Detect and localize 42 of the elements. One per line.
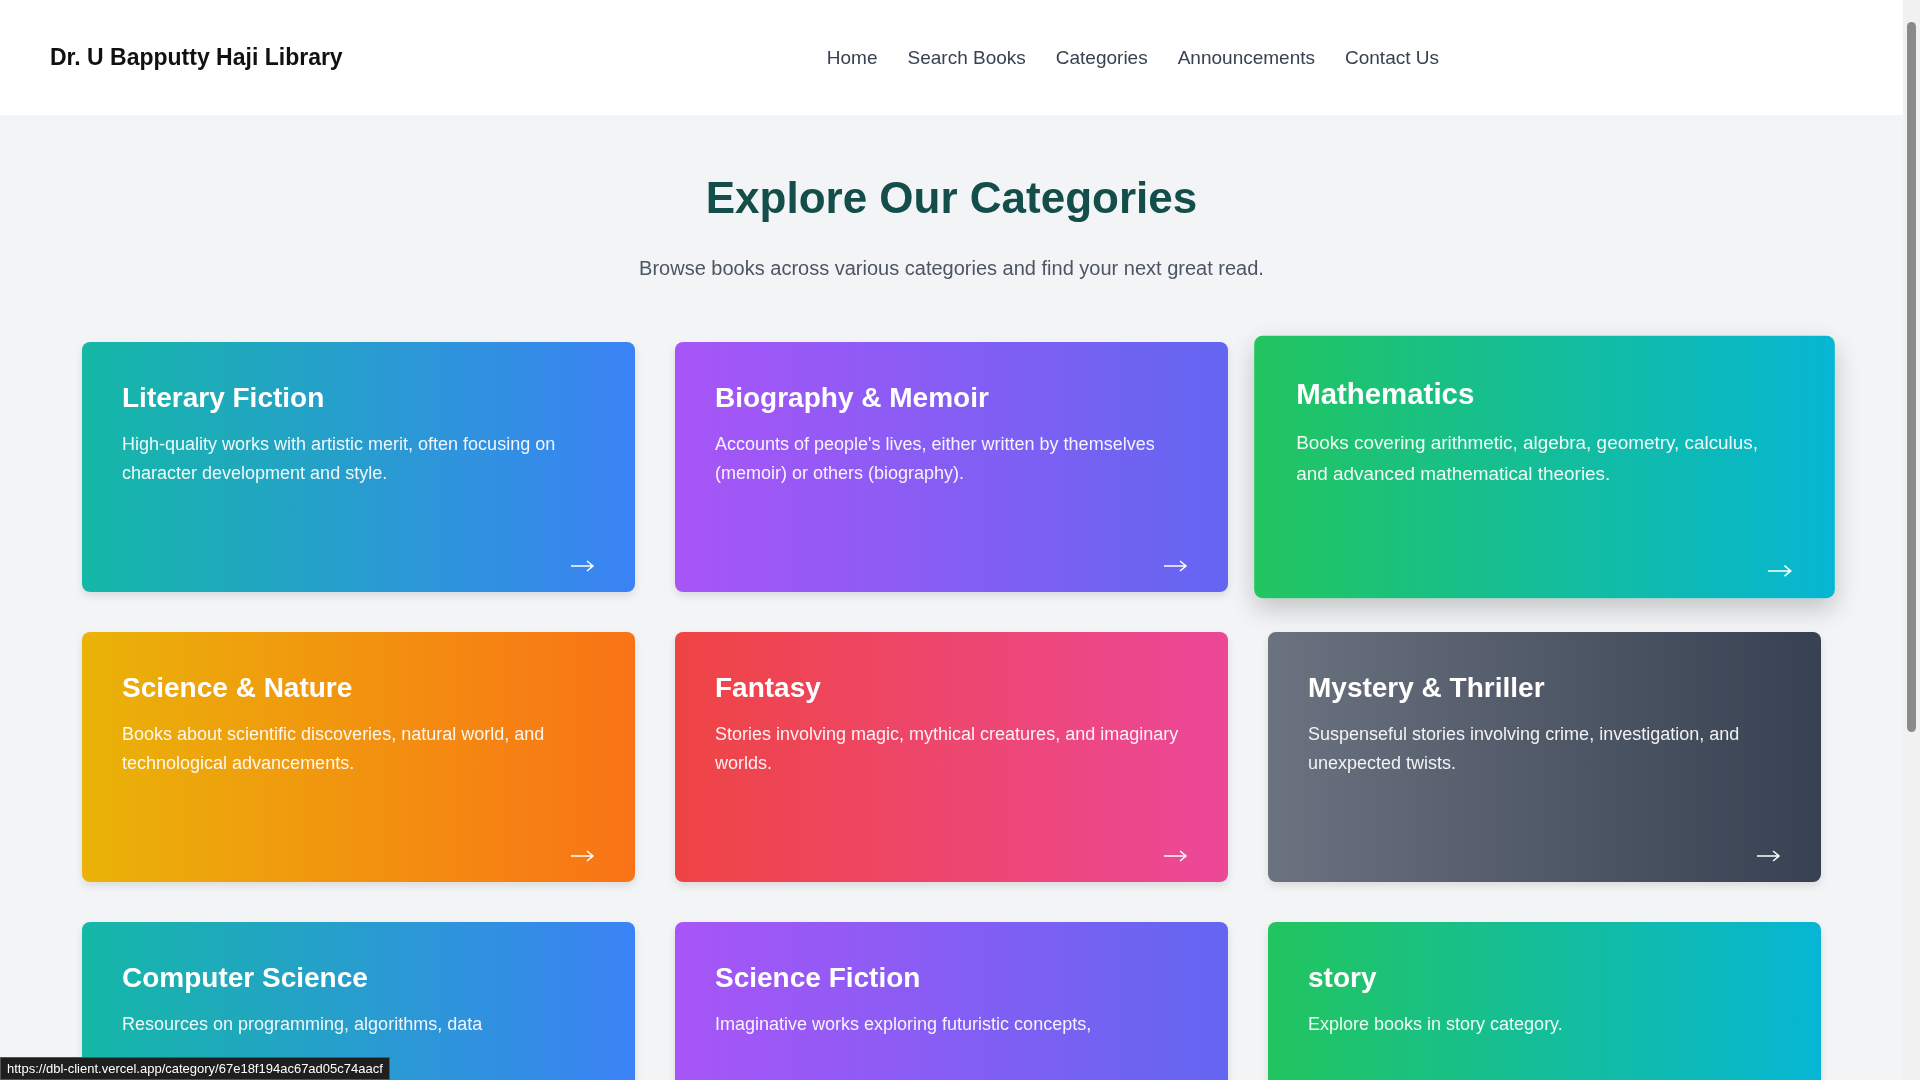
category-description: Stories involving magic, mythical creatures, and imaginary worlds. <box>715 723 1180 775</box>
category-card[interactable]: story Explore books in story category. <box>1268 922 1821 1080</box>
link-url-status: https://dbl-client.vercel.app/category/67e18f194ac67ad05c74aacf <box>0 1057 390 1080</box>
arrow-right-icon <box>571 560 595 572</box>
category-description: Explore books in story category. <box>1308 1013 1564 1036</box>
arrow-right-icon <box>1164 560 1188 572</box>
nav-link[interactable]: Home <box>826 46 878 69</box>
nav-link[interactable]: Contact Us <box>1345 46 1439 69</box>
nav-link[interactable]: Categories <box>1055 46 1148 69</box>
library-name: Dr. U Bapputty Haji Library <box>50 44 343 71</box>
nav-link[interactable]: Announcements <box>1177 46 1315 69</box>
category-description: Imaginative works exploring futuristic concepts, <box>715 1013 1093 1036</box>
category-title: Fantasy <box>715 672 822 704</box>
category-title: Mathematics <box>1296 377 1476 412</box>
category-title: Biography & Memoir <box>715 382 990 414</box>
category-card[interactable]: Literary Fiction High-quality works with artistic merit, often focusing on character development and style. <box>82 342 635 592</box>
category-description: Resources on programming, algorithms, data <box>122 1013 484 1036</box>
category-description: High-quality works with artistic merit, often focusing on character development and style. <box>122 433 557 485</box>
category-card[interactable]: Fantasy Stories involving magic, mythical creatures, and imaginary worlds. <box>675 632 1228 882</box>
category-card[interactable]: Mystery & Thriller Suspenseful stories involving crime, investigation, and unexpected twists. <box>1268 632 1821 882</box>
category-description: Accounts of people's lives, either written by themselves (memoir) or others (biography). <box>715 433 1156 485</box>
category-title: Science & Nature <box>122 672 354 704</box>
category-title: story <box>1308 962 1378 994</box>
page-title: Explore Our Categories <box>705 173 1198 223</box>
scrollbar[interactable] <box>1903 0 1920 1080</box>
page-subtitle: Browse books across various categories and find your next great read. <box>639 257 1264 280</box>
category-title: Computer Science <box>122 962 369 994</box>
arrow-right-icon <box>1757 850 1781 862</box>
nav-link[interactable]: Search Books <box>907 46 1026 69</box>
category-description: Books about scientific discoveries, natural world, and technological advancements. <box>122 723 546 775</box>
arrow-right-icon <box>571 850 595 862</box>
category-card[interactable]: Mathematics Books covering arithmetic, algebra, geometry, calculus, and advanced mathematical theories. <box>1254 335 1835 599</box>
category-card[interactable]: Biography & Memoir Accounts of people's lives, either written by themselves (memoir) or others (biography). <box>675 342 1228 592</box>
category-card[interactable]: Science Fiction Imaginative works exploring futuristic concepts, <box>675 922 1228 1080</box>
category-title: Science Fiction <box>715 962 922 994</box>
arrow-right-icon <box>1164 850 1188 862</box>
category-title: Mystery & Thriller <box>1308 672 1546 704</box>
arrow-right-icon <box>1767 564 1793 578</box>
category-description: Suspenseful stories involving crime, investigation, and unexpected twists. <box>1308 723 1741 775</box>
category-description: Books covering arithmetic, algebra, geometry, calculus, and advanced mathematical theories. <box>1296 431 1760 486</box>
category-card[interactable]: Science & Nature Books about scientific discoveries, natural world, and technological advancements. <box>82 632 635 882</box>
category-title: Literary Fiction <box>122 382 326 414</box>
